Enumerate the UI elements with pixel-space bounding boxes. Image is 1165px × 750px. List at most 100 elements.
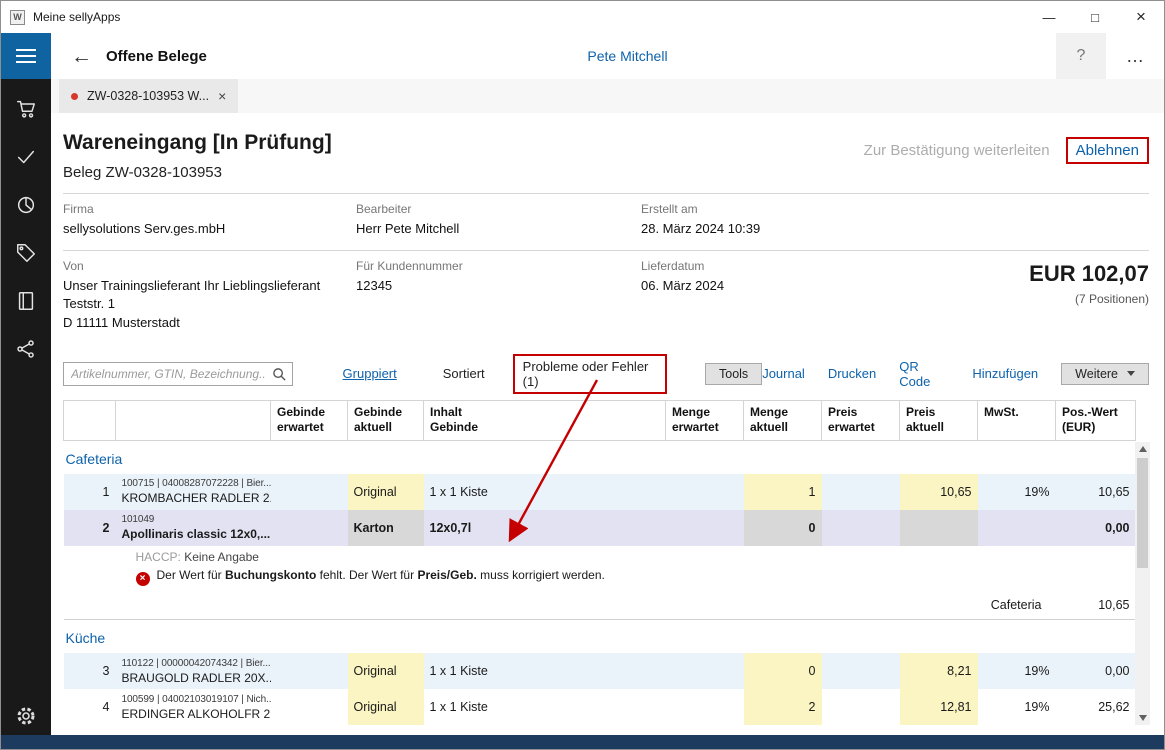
gebinde-aktuell-cell[interactable]: Original xyxy=(348,689,424,725)
toolbar: Gruppiert Sortiert Probleme oder Fehler … xyxy=(63,360,1149,388)
tab-close-icon[interactable]: × xyxy=(218,88,226,104)
col-gebinde-erwartet: Gebinde erwartet xyxy=(277,405,325,435)
app-icon: W xyxy=(10,10,25,25)
gebinde-aktuell-cell[interactable]: Original xyxy=(348,653,424,689)
group-header-cafeteria[interactable]: Cafeteria xyxy=(64,440,1136,474)
col-menge-erwartet: Menge erwartet xyxy=(672,405,719,435)
more-options-button[interactable]: … xyxy=(1106,33,1164,79)
page-title: Offene Belege xyxy=(106,48,207,65)
group-footer-label: Cafeteria xyxy=(64,590,1056,620)
window-title: Meine sellyApps xyxy=(33,10,120,24)
check-icon[interactable] xyxy=(1,133,51,181)
settings-gear-icon[interactable] xyxy=(1,697,51,735)
price-tag-icon[interactable] xyxy=(1,229,51,277)
bearbeiter-value: Herr Pete Mitchell xyxy=(356,220,641,238)
mwst-cell: 19% xyxy=(978,689,1056,725)
scroll-up-arrow[interactable] xyxy=(1135,442,1150,456)
preis-aktuell-cell[interactable]: 10,65 xyxy=(900,474,978,510)
table-row[interactable]: 4 100599 | 04002103019107 | Nich... ERDI… xyxy=(64,689,1136,725)
document-content: Wareneingang [In Prüfung] Beleg ZW-0328-… xyxy=(51,113,1164,735)
search-box xyxy=(63,362,293,386)
menge-aktuell-cell[interactable]: 2 xyxy=(744,689,822,725)
minimize-button[interactable]: — xyxy=(1026,1,1072,33)
col-inhalt-gebinde: Inhalt Gebinde xyxy=(430,405,478,435)
document-number: Beleg ZW-0328-103953 xyxy=(63,164,332,181)
problems-filter[interactable]: Probleme oder Fehler (1) xyxy=(513,354,667,394)
sorted-toggle[interactable]: Sortiert xyxy=(443,366,485,381)
scrollbar-thumb[interactable] xyxy=(1137,458,1148,568)
maximize-button[interactable]: □ xyxy=(1072,1,1118,33)
meta-row-1: Firma sellysolutions Serv.ges.mbH Bearbe… xyxy=(63,194,1149,250)
table-header-row: Gebinde erwartet Gebinde aktuell Inhalt … xyxy=(64,400,1136,440)
window-controls: — □ × xyxy=(1026,1,1164,33)
search-icon[interactable] xyxy=(272,367,287,387)
erstellt-am-label: Erstellt am xyxy=(641,202,1149,216)
group-footer-total: 10,65 xyxy=(1056,590,1136,620)
scroll-down-arrow[interactable] xyxy=(1135,711,1150,725)
print-link[interactable]: Drucken xyxy=(828,366,876,381)
von-line-3: D 11111 Musterstadt xyxy=(63,314,356,332)
menge-aktuell-cell[interactable]: 0 xyxy=(744,510,822,546)
pie-chart-icon[interactable] xyxy=(1,181,51,229)
col-preis-aktuell: Preis aktuell xyxy=(906,405,944,435)
forward-for-confirmation-button[interactable]: Zur Bestätigung weiterleiten xyxy=(864,142,1050,159)
document-title: Wareneingang [In Prüfung] xyxy=(63,131,332,155)
row-number: 4 xyxy=(64,689,116,725)
pos-wert-cell: 10,65 xyxy=(1056,474,1136,510)
col-pos-wert: Pos.-Wert (EUR) xyxy=(1062,405,1118,435)
haccp-label: HACCP: xyxy=(136,550,181,564)
cart-icon[interactable] xyxy=(1,85,51,133)
vertical-scrollbar[interactable] xyxy=(1135,442,1150,726)
article-cell: 101049 Apollinaris classic 12x0,... xyxy=(116,510,271,546)
back-button[interactable]: ← xyxy=(71,46,92,67)
more-dropdown-button[interactable]: Weitere xyxy=(1061,363,1149,385)
qr-code-link[interactable]: QR Code xyxy=(899,359,949,389)
row-number: 3 xyxy=(64,653,116,689)
pos-wert-cell: 0,00 xyxy=(1056,510,1136,546)
user-name-link[interactable]: Pete Mitchell xyxy=(587,48,667,64)
bottom-status-bar xyxy=(1,735,1164,749)
inhalt-cell: 12x0,7l xyxy=(424,510,666,546)
row-number: 2 xyxy=(64,510,116,546)
close-button[interactable]: × xyxy=(1118,1,1164,33)
hamburger-menu-button[interactable] xyxy=(1,33,51,79)
table-row[interactable]: 3 110122 | 00000042074342 | Bier... BRAU… xyxy=(64,653,1136,689)
menge-aktuell-cell[interactable]: 0 xyxy=(744,653,822,689)
grouped-toggle[interactable]: Gruppiert xyxy=(343,366,397,381)
table-row[interactable]: 1 100715 | 04008287072228 | Bier... KROM… xyxy=(64,474,1136,510)
help-button[interactable]: ? xyxy=(1056,33,1106,79)
journal-book-icon[interactable] xyxy=(1,277,51,325)
preis-aktuell-cell[interactable]: 8,21 xyxy=(900,653,978,689)
error-icon: × xyxy=(136,572,150,586)
haccp-row: HACCP: Keine Angabe xyxy=(64,546,1136,568)
sidebar xyxy=(1,79,51,735)
hamburger-icon xyxy=(16,49,36,51)
add-link[interactable]: Hinzufügen xyxy=(972,366,1038,381)
preis-aktuell-cell[interactable]: 12,81 xyxy=(900,689,978,725)
mwst-cell: 19% xyxy=(978,653,1056,689)
journal-link[interactable]: Journal xyxy=(762,366,805,381)
main-area: ZW-0328-103953 W... × Wareneingang [In P… xyxy=(51,79,1164,735)
lieferdatum-value: 06. März 2024 xyxy=(641,277,871,295)
menge-aktuell-cell[interactable]: 1 xyxy=(744,474,822,510)
firma-label: Firma xyxy=(63,202,356,216)
pos-wert-cell: 25,62 xyxy=(1056,689,1136,725)
unsaved-dot-icon xyxy=(71,93,78,100)
tools-button[interactable]: Tools xyxy=(705,363,762,385)
share-network-icon[interactable] xyxy=(1,325,51,373)
document-tab[interactable]: ZW-0328-103953 W... × xyxy=(59,79,238,113)
von-line-2: Teststr. 1 xyxy=(63,295,356,313)
col-preis-erwartet: Preis erwartet xyxy=(828,405,875,435)
app-window: W Meine sellyApps — □ × ← Offene Belege … xyxy=(0,0,1165,750)
table-row-selected[interactable]: 2 101049 Apollinaris classic 12x0,... Ka… xyxy=(64,510,1136,546)
positions-table-wrap: Gebinde erwartet Gebinde aktuell Inhalt … xyxy=(63,400,1150,726)
group-header-kueche[interactable]: Küche xyxy=(64,620,1136,654)
preis-aktuell-cell[interactable] xyxy=(900,510,978,546)
search-input[interactable] xyxy=(64,363,292,385)
total-amount: EUR 102,07 xyxy=(1029,261,1149,287)
gebinde-aktuell-cell[interactable]: Original xyxy=(348,474,424,510)
col-mwst: MwSt. xyxy=(984,405,1019,419)
article-cell: 100715 | 04008287072228 | Bier... KROMBA… xyxy=(116,474,271,510)
reject-button[interactable]: Ablehnen xyxy=(1066,137,1149,164)
gebinde-aktuell-cell[interactable]: Karton xyxy=(348,510,424,546)
